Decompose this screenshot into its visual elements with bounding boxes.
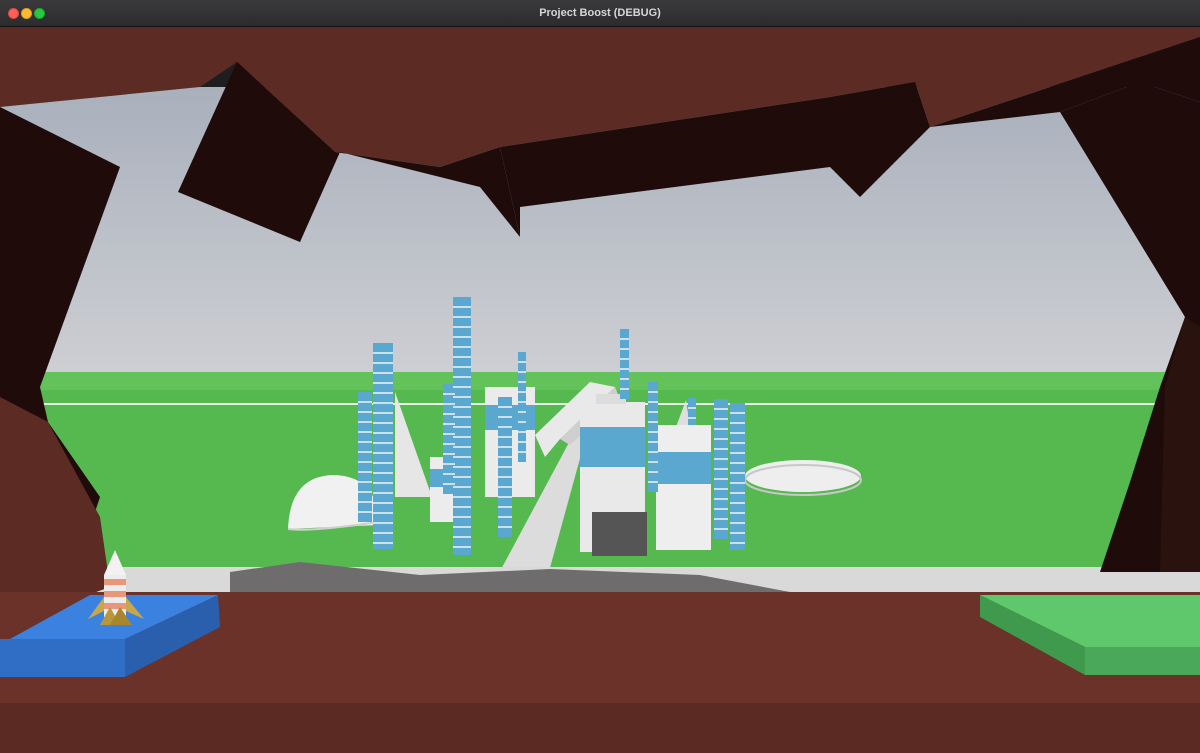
disc-platform (744, 460, 862, 496)
game-window: Project Boost (DEBUG) (0, 0, 1200, 753)
title-bar[interactable]: Project Boost (DEBUG) (0, 0, 1200, 27)
game-viewport[interactable] (0, 27, 1200, 753)
window-title: Project Boost (DEBUG) (539, 7, 661, 19)
